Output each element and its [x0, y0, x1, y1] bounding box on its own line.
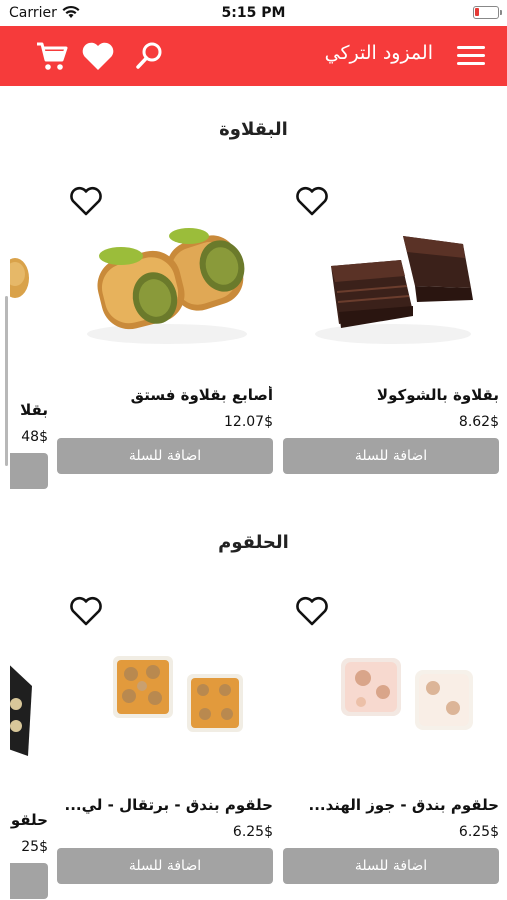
favorites-heart-icon[interactable]: [80, 38, 116, 74]
add-to-cart-button[interactable]: [10, 863, 48, 899]
hamburger-menu-icon[interactable]: [457, 44, 485, 68]
product-image-partial: [10, 258, 29, 298]
top-navbar: المزود التركي: [0, 26, 507, 86]
product-card[interactable]: أصابع بقلاوة فستق 12.07$ اضافة للسلة: [57, 186, 273, 496]
favorite-heart-icon[interactable]: [295, 186, 329, 218]
product-name: بقلاوة بالشوكولا: [376, 386, 499, 404]
add-to-cart-button[interactable]: [10, 453, 48, 489]
product-name: أصابع بقلاوة فستق: [130, 386, 273, 404]
product-image: [341, 658, 473, 730]
partial-product-card[interactable]: حلقو 25$: [10, 646, 48, 900]
favorite-heart-icon[interactable]: [295, 596, 329, 628]
product-price: 8.62$: [458, 414, 499, 430]
status-bar: Carrier 5:15 PM: [0, 0, 507, 26]
product-name: حلقوم بندق - برتقال - لي...: [64, 796, 273, 814]
product-price: 48$: [21, 429, 48, 445]
add-to-cart-button[interactable]: اضافة للسلة: [283, 848, 499, 884]
partial-product-card[interactable]: بقلا 48$: [10, 236, 48, 496]
add-to-cart-button[interactable]: اضافة للسلة: [57, 438, 273, 474]
search-icon[interactable]: [131, 38, 167, 74]
battery-icon: [473, 6, 502, 19]
cart-icon[interactable]: [34, 38, 70, 74]
product-image-partial: [10, 665, 32, 756]
section-title-lokum: الحلقوم: [218, 532, 289, 553]
product-image: [113, 656, 243, 732]
app-title: المزود التركي: [324, 42, 433, 64]
product-card[interactable]: بقلاوة بالشوكولا 8.62$ اضافة للسلة: [283, 186, 499, 496]
add-to-cart-button[interactable]: اضافة للسلة: [57, 848, 273, 884]
product-price: 12.07$: [224, 414, 273, 430]
status-time: 5:15 PM: [221, 5, 286, 21]
section-title-baklava: البقلاوة: [219, 119, 288, 140]
add-to-cart-button[interactable]: اضافة للسلة: [283, 438, 499, 474]
product-name: بقلا: [20, 401, 48, 419]
product-card[interactable]: حلقوم بندق - جوز الهند... 6.25$ اضافة لل…: [283, 596, 499, 900]
favorite-heart-icon[interactable]: [69, 186, 103, 218]
products-scroll-area[interactable]: البقلاوة بقلا 48$ أصابع بقلاوة فستق 12.0…: [0, 86, 507, 900]
product-name: حلقو: [10, 811, 48, 829]
favorite-heart-icon[interactable]: [69, 596, 103, 628]
product-price: 6.25$: [232, 824, 273, 840]
product-price: 6.25$: [458, 824, 499, 840]
product-card[interactable]: حلقوم بندق - برتقال - لي... 6.25$ اضافة …: [57, 596, 273, 900]
product-price: 25$: [21, 839, 48, 855]
product-name: حلقوم بندق - جوز الهند...: [308, 796, 499, 814]
product-image: [315, 236, 473, 344]
scroll-indicator: [5, 296, 8, 466]
product-image: [87, 228, 247, 344]
